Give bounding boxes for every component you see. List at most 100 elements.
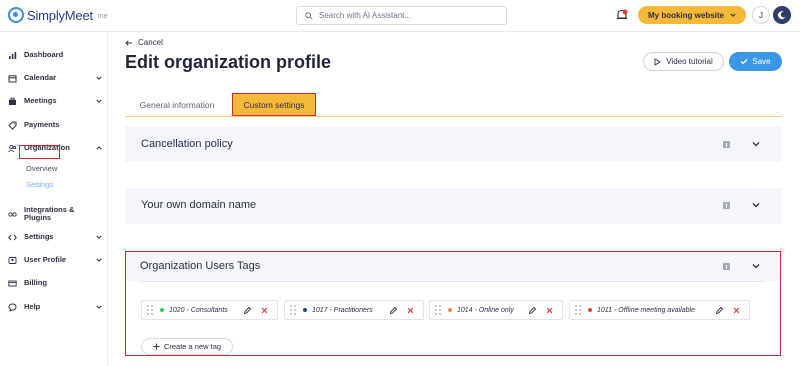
chevron-down-icon — [96, 99, 102, 103]
pencil-icon[interactable] — [528, 306, 537, 315]
video-tutorial-button[interactable]: Video tutorial — [643, 52, 724, 71]
search-box[interactable] — [296, 6, 507, 25]
moon-icon — [777, 11, 786, 20]
sidebar-item-settings[interactable]: Settings — [8, 230, 102, 244]
info-icon[interactable] — [723, 263, 730, 270]
chevron-down-icon[interactable] — [752, 262, 760, 270]
sidebar-subitem-overview[interactable]: Overview — [26, 164, 57, 173]
tag-item[interactable]: 1014 - Online only — [429, 300, 563, 320]
panel-cancellation-policy[interactable]: Cancellation policy — [125, 126, 782, 162]
chevron-down-icon — [96, 235, 102, 239]
close-icon[interactable] — [546, 307, 553, 314]
cancel-link[interactable]: Cancel — [125, 38, 163, 47]
sidebar-subitem-settings[interactable]: Settings — [26, 180, 53, 189]
chevron-down-icon[interactable] — [752, 201, 760, 209]
code-icon — [8, 233, 17, 242]
chat-icon — [8, 303, 17, 312]
brand-name: SimplyMeet — [27, 7, 93, 23]
panel-title: Cancellation policy — [141, 138, 233, 150]
sidebar-item-help[interactable]: Help — [8, 300, 102, 314]
my-booking-website-button[interactable]: My booking website — [638, 6, 746, 24]
cancel-label: Cancel — [138, 38, 163, 47]
tag-label: 1017 - Practitioners — [312, 306, 373, 314]
drag-handle-icon[interactable] — [290, 305, 296, 315]
briefcase-icon — [8, 97, 17, 106]
avatar[interactable]: J — [752, 6, 770, 24]
chevron-down-icon[interactable] — [752, 140, 760, 148]
theme-toggle[interactable] — [773, 6, 791, 24]
tab-general-information[interactable]: General information — [132, 93, 222, 116]
chevron-down-icon — [96, 76, 102, 80]
pencil-icon[interactable] — [715, 306, 724, 315]
sidebar-item-billing[interactable]: Billing — [8, 276, 102, 290]
sidebar-item-label: Integrations & Plugins — [24, 205, 75, 222]
chevron-up-icon — [96, 146, 102, 150]
tabs-underline — [125, 116, 782, 117]
search-input[interactable] — [319, 11, 489, 20]
sidebar-item-label: Payments — [24, 120, 60, 129]
sidebar-item-label: Meetings — [24, 96, 57, 105]
play-icon — [654, 57, 662, 66]
bell-icon[interactable] — [615, 8, 629, 22]
panel-own-domain[interactable]: Your own domain name — [125, 188, 782, 224]
tag-label: 1020 - Consultants — [169, 306, 228, 314]
search-icon — [305, 11, 313, 20]
booking-button-label: My booking website — [647, 10, 724, 20]
tag-item[interactable]: 1011 - Offline meeting available — [569, 300, 750, 320]
pencil-icon[interactable] — [243, 306, 252, 315]
create-tag-label: Create a new tag — [163, 342, 222, 351]
sidebar-item-label: Settings — [24, 232, 54, 241]
tag-color-dot — [303, 308, 307, 312]
panel-title: Your own domain name — [141, 199, 257, 211]
panel-organization-users-tags: Organization Users Tags 1020 - Consultan… — [125, 251, 781, 356]
tag-color-dot — [588, 308, 592, 312]
info-icon[interactable] — [723, 141, 730, 148]
video-tutorial-label: Video tutorial — [666, 57, 713, 66]
drag-handle-icon[interactable] — [575, 305, 581, 315]
tab-custom-settings[interactable]: Custom settings — [232, 93, 316, 116]
plus-icon — [153, 343, 160, 350]
sidebar-item-label: Billing — [24, 278, 47, 287]
tag-label: 1011 - Offline meeting available — [597, 306, 695, 314]
drag-handle-icon[interactable] — [147, 305, 153, 315]
info-icon[interactable] — [723, 202, 730, 209]
close-icon[interactable] — [261, 307, 268, 314]
chevron-down-icon — [96, 258, 102, 262]
divider — [140, 281, 765, 282]
panel-header[interactable]: Organization Users Tags — [126, 252, 779, 281]
tag-color-dot — [448, 308, 452, 312]
sidebar-item-user-profile[interactable]: User Profile — [8, 253, 102, 267]
users-icon — [8, 144, 17, 153]
chart-icon — [8, 51, 17, 60]
plug-icon — [8, 210, 17, 219]
close-icon[interactable] — [733, 307, 740, 314]
sidebar-item-meetings[interactable]: Meetings — [8, 94, 102, 108]
sidebar-item-label: User Profile — [24, 255, 67, 264]
settings-highlight-box — [19, 145, 60, 159]
arrow-left-icon — [125, 39, 132, 46]
tag-color-dot — [160, 308, 164, 312]
drag-handle-icon[interactable] — [435, 305, 441, 315]
tag-label: 1014 - Online only — [457, 306, 514, 314]
chevron-down-icon — [730, 13, 736, 17]
save-button[interactable]: Save — [729, 52, 782, 71]
brand-suffix: me — [97, 13, 108, 20]
sidebar-item-calendar[interactable]: Calendar — [8, 71, 102, 85]
top-bar: SimplyMeet me My booking website J — [0, 0, 800, 32]
panel-title: Organization Users Tags — [140, 260, 261, 272]
card-icon — [8, 279, 17, 288]
create-new-tag-button[interactable]: Create a new tag — [141, 338, 233, 355]
user-icon — [8, 256, 17, 265]
sidebar-item-label: Dashboard — [24, 50, 64, 59]
chevron-down-icon — [96, 305, 102, 309]
close-icon[interactable] — [407, 307, 414, 314]
sidebar-item-dashboard[interactable]: Dashboard — [8, 48, 102, 62]
sidebar-item-integrations[interactable]: Integrations & Plugins — [8, 206, 102, 222]
sidebar-item-payments[interactable]: Payments — [8, 118, 102, 132]
tag-item[interactable]: 1020 - Consultants — [141, 300, 278, 320]
pencil-icon[interactable] — [389, 306, 398, 315]
tag-item[interactable]: 1017 - Practitioners — [284, 300, 424, 320]
brand-logo[interactable]: SimplyMeet me — [8, 7, 108, 23]
page-title: Edit organization profile — [125, 52, 331, 72]
tag-icon — [8, 121, 17, 130]
